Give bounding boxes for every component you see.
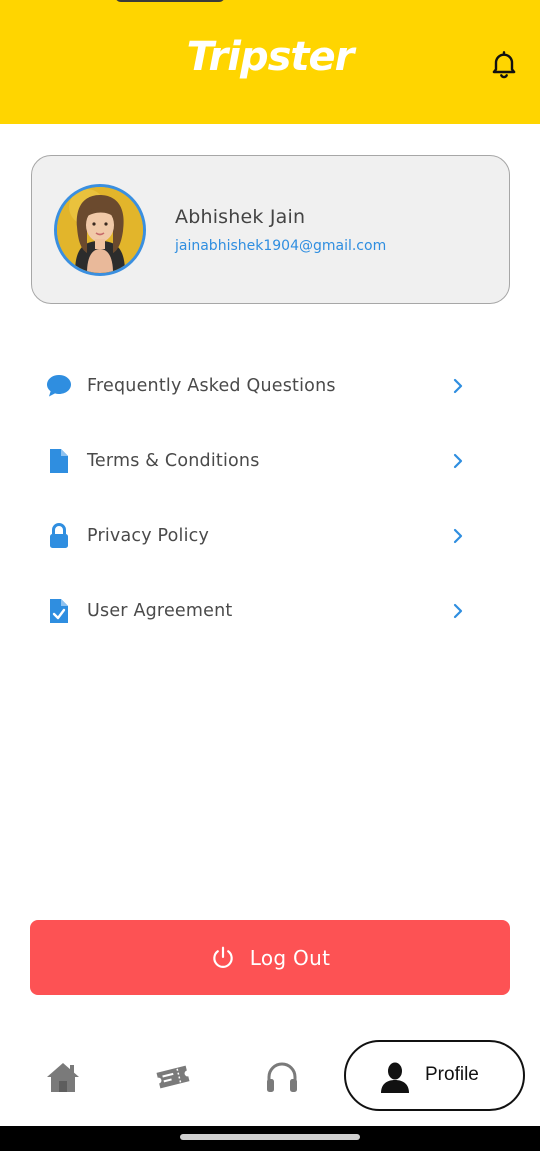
chevron-right-icon bbox=[448, 376, 468, 396]
nav-profile-label: Profile bbox=[425, 1064, 479, 1085]
profile-name: Abhishek Jain bbox=[175, 206, 306, 228]
ticket-icon bbox=[156, 1065, 190, 1089]
headphones-icon bbox=[267, 1062, 297, 1092]
chat-bubble-icon bbox=[44, 371, 74, 401]
home-indicator[interactable] bbox=[180, 1134, 360, 1140]
logout-button[interactable]: Log Out bbox=[30, 920, 510, 995]
avatar bbox=[54, 184, 146, 276]
app-logo: Tripster bbox=[186, 34, 355, 80]
menu-label: Privacy Policy bbox=[87, 526, 210, 546]
lock-icon bbox=[44, 521, 74, 551]
person-icon bbox=[381, 1062, 409, 1093]
menu-item-terms[interactable]: Terms & Conditions bbox=[0, 431, 540, 491]
power-icon bbox=[213, 946, 233, 968]
logout-label: Log Out bbox=[249, 945, 331, 970]
menu-label: User Agreement bbox=[87, 601, 233, 621]
camera-notch bbox=[115, 0, 225, 2]
chevron-right-icon bbox=[448, 451, 468, 471]
menu-item-user-agreement[interactable]: User Agreement bbox=[0, 581, 540, 641]
nav-home-button[interactable] bbox=[38, 1052, 88, 1102]
document-icon bbox=[44, 446, 74, 476]
menu-item-privacy[interactable]: Privacy Policy bbox=[0, 506, 540, 566]
document-check-icon bbox=[44, 596, 74, 626]
menu-label: Terms & Conditions bbox=[87, 451, 260, 471]
profile-card[interactable]: Abhishek Jain jainabhishek1904@gmail.com bbox=[31, 155, 510, 304]
chevron-right-icon bbox=[448, 526, 468, 546]
home-icon bbox=[47, 1063, 79, 1092]
nav-profile-button[interactable]: Profile bbox=[344, 1040, 525, 1111]
system-navigation-bar bbox=[0, 1126, 540, 1151]
bell-icon bbox=[492, 51, 516, 79]
chevron-right-icon bbox=[448, 601, 468, 621]
app-header: Tripster bbox=[0, 0, 540, 124]
app-screen: Tripster Abhishek Jain jainabhishek1904@… bbox=[0, 0, 540, 1151]
notifications-button[interactable] bbox=[484, 44, 524, 84]
nav-tickets-button[interactable] bbox=[148, 1052, 198, 1102]
menu-item-faq[interactable]: Frequently Asked Questions bbox=[0, 356, 540, 416]
nav-support-button[interactable] bbox=[257, 1052, 307, 1102]
menu-label: Frequently Asked Questions bbox=[87, 376, 336, 396]
profile-email: jainabhishek1904@gmail.com bbox=[175, 238, 387, 254]
